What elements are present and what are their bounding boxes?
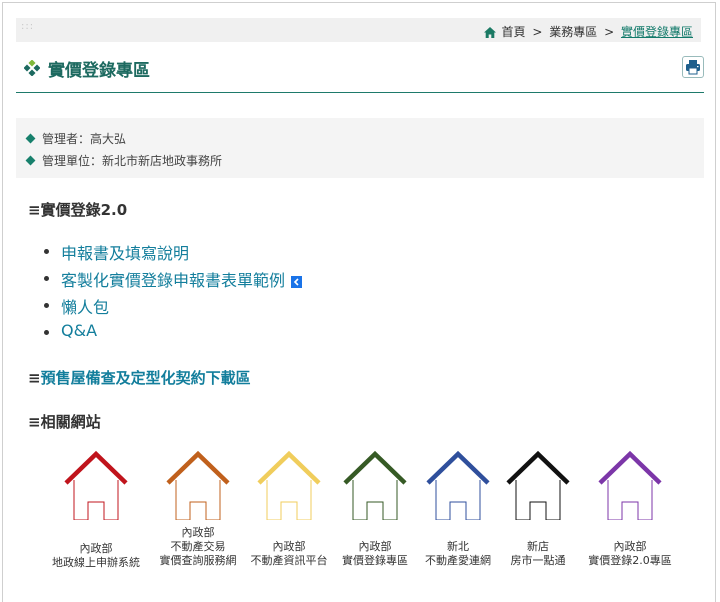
manager-text: 管理者：高大弘 (42, 132, 127, 146)
info-box: 管理者：高大弘 管理單位：新北市新店地政事務所 (16, 118, 704, 178)
bullet (44, 330, 49, 335)
title-divider (16, 92, 704, 93)
home-icon (483, 27, 496, 41)
section-realprice-title: 實價登錄2.0 (40, 201, 128, 219)
link-declaration-guide[interactable]: 申報書及填寫說明 (61, 240, 189, 264)
link-lazy-pack[interactable]: 懶人包 (61, 294, 109, 318)
printer-icon (686, 60, 700, 75)
section-related: ≡相關網站 (28, 411, 101, 432)
link-custom-form-sample[interactable]: 客製化實價登錄申報書表單範例 (61, 267, 303, 292)
section-presale: ≡預售屋備查及定型化契約下載區 (28, 367, 251, 388)
site-realprice-2[interactable]: 內政部 實價登錄2.0專區 (576, 450, 684, 568)
title-diamond-icon (23, 59, 41, 80)
section-bars: ≡ (28, 413, 41, 431)
external-link-icon (291, 273, 303, 292)
link-presale-download[interactable]: 預售屋備查及定型化契約下載區 (41, 369, 251, 387)
diamond-bullet-icon (25, 155, 36, 166)
house-icon (42, 450, 150, 520)
print-button[interactable] (682, 56, 704, 78)
section-bars: ≡ (28, 369, 41, 387)
link-qa[interactable]: Q&A (61, 321, 97, 340)
breadcrumb-current[interactable]: 實價登錄專區 (621, 25, 693, 39)
link-custom-form-sample-text: 客製化實價登錄申報書表單範例 (61, 271, 286, 290)
unit-text: 管理單位：新北市新店地政事務所 (42, 154, 223, 168)
site-label: 內政部 地政線上申辦系統 (52, 542, 140, 569)
diamond-bullet-icon (25, 133, 36, 144)
site-land-online[interactable]: 內政部 地政線上申辦系統 (42, 450, 150, 570)
title-row: 實價登錄專區 (23, 56, 704, 84)
breadcrumb-separator: > (604, 25, 615, 39)
related-sites: 內政部 地政線上申辦系統 內政部 不動產交易 實價查詢服務網 內政部 不動產資訊… (40, 450, 700, 580)
breadcrumb-bar: ::: 首頁 > 業務專區 > 實價登錄專區 (16, 18, 701, 42)
breadcrumb: 首頁 > 業務專區 > 實價登錄專區 (483, 23, 693, 41)
page-title: 實價登錄專區 (48, 61, 150, 81)
house-icon (576, 450, 684, 520)
bullet (44, 303, 49, 308)
site-label: 內政部 實價登錄2.0專區 (588, 540, 672, 567)
section-related-title: 相關網站 (40, 413, 101, 431)
breadcrumb-home[interactable]: 首頁 (502, 25, 526, 39)
section-realprice: ≡實價登錄2.0 (28, 199, 127, 220)
breadcrumb-separator: > (532, 25, 543, 39)
unit-info: 管理單位：新北市新店地政事務所 (24, 152, 222, 169)
section-bars: ≡ (28, 201, 41, 219)
breadcrumb-business[interactable]: 業務專區 (549, 25, 597, 39)
bullet (44, 276, 49, 281)
bullet (44, 249, 49, 254)
manager-info: 管理者：高大弘 (24, 130, 126, 147)
accesskey-dots[interactable]: ::: (21, 21, 34, 32)
